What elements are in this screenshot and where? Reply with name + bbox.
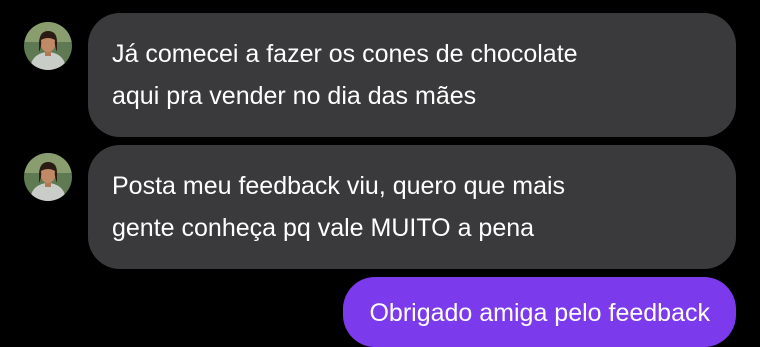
message-bubble-sent: Obrigado amiga pelo feedback: [343, 277, 736, 347]
message-text-line: Já comecei a fazer os cones de chocolate: [112, 40, 578, 68]
message-text-line: Obrigado amiga pelo feedback: [369, 299, 710, 327]
message-text-line: Posta meu feedback viu, quero que mais: [112, 172, 566, 200]
contact-avatar-icon[interactable]: [24, 153, 72, 201]
message-text-line: gente conheça pq vale MUITO a pena: [112, 214, 535, 242]
contact-avatar-icon[interactable]: [24, 22, 72, 70]
message-bubble-received: Já comecei a fazer os cones de chocolate…: [88, 13, 736, 137]
message-text-line: aqui pra vender no dia das mães: [112, 82, 477, 110]
message-bubble-received: Posta meu feedback viu, quero que mais g…: [88, 145, 736, 269]
